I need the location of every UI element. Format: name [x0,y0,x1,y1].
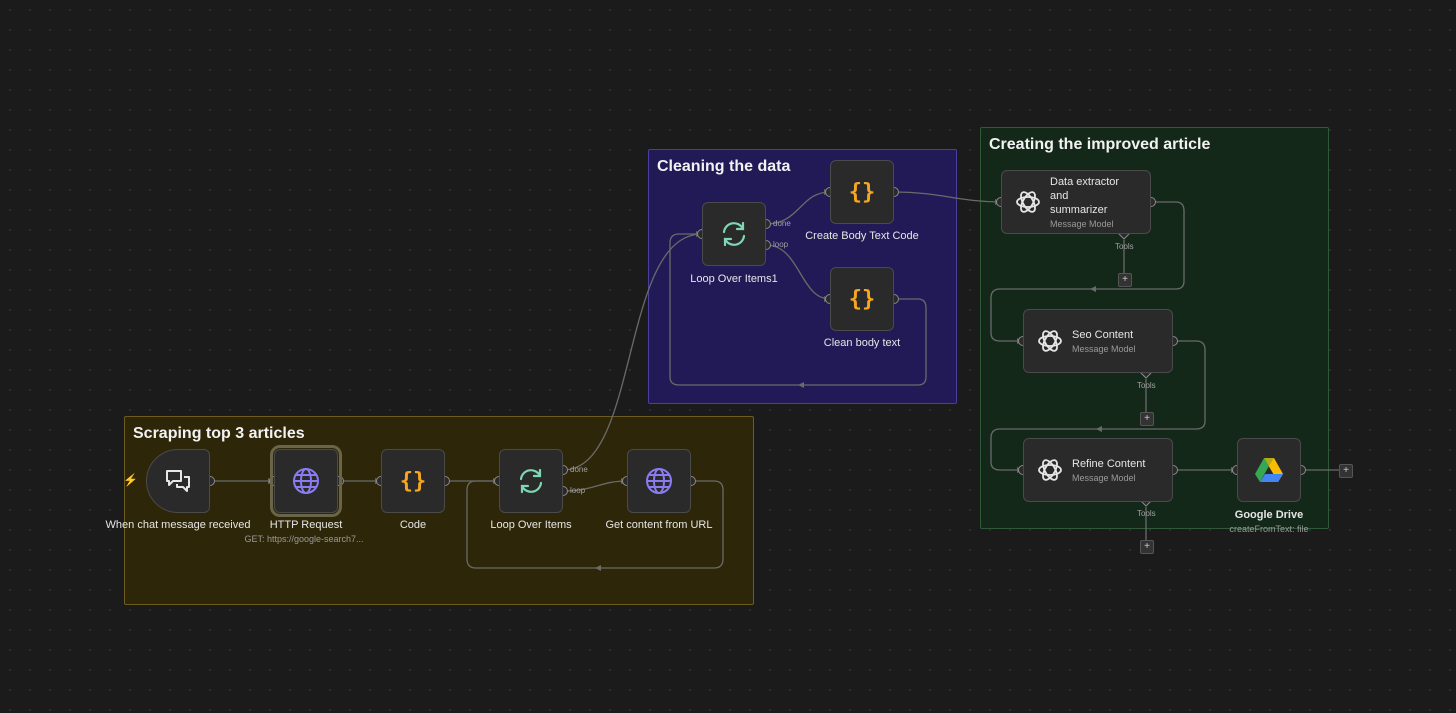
node-clean-body-text-label: Clean body text [823,337,901,349]
google-drive-icon [1255,458,1283,482]
svg-text:{}: {} [400,469,427,494]
braces-icon: {} [849,287,876,312]
node-google-drive[interactable] [1237,438,1301,502]
node-google-drive-sublabel: createFromText: file [1229,524,1309,534]
node-create-body-text-label: Create Body Text Code [805,230,919,242]
port-loop-label: loop [570,486,586,495]
connections-layer [205,187,1339,571]
node-create-body-text[interactable]: {} [830,160,894,224]
add-node-button[interactable]: + [1339,464,1353,478]
node-code[interactable]: {} [381,449,445,513]
add-tool-button[interactable]: + [1118,273,1132,287]
node-seo-content[interactable]: Seo Content Message Model [1023,309,1173,373]
node-clean-body-text[interactable]: {} [830,267,894,331]
add-tool-button[interactable]: + [1140,540,1154,554]
node-refine-content-title: Refine Content [1072,458,1146,470]
port-done-label: done [570,465,588,474]
port-loop-label: loop [773,240,789,249]
braces-icon: {} [849,180,876,205]
add-tool-button[interactable]: + [1140,412,1154,426]
node-loop-over-items-label: Loop Over Items [490,519,572,531]
openai-icon [1038,330,1062,352]
port-tools-label: Tools [1115,242,1134,251]
node-seo-content-subtitle: Message Model [1072,344,1136,354]
chat-icon [166,470,190,492]
node-chat-trigger-label: When chat message received [105,519,251,531]
node-loop-over-items1-label: Loop Over Items1 [690,273,778,285]
node-http-request-sublabel: GET: https://google-search7... [244,534,364,544]
node-code-label: Code [399,519,427,531]
globe-icon [646,468,672,494]
node-google-drive-label: Google Drive [1234,509,1304,521]
port-tools-label: Tools [1137,381,1156,390]
node-refine-content[interactable]: Refine Content Message Model [1023,438,1173,502]
wire-create-extractor [893,191,1002,203]
openai-icon [1016,191,1040,213]
node-seo-content-title: Seo Content [1072,329,1134,341]
node-data-extractor-title: Data extractor and summarizer [1050,176,1120,216]
node-get-content-label: Get content from URL [605,519,713,531]
node-http-request-label: HTTP Request [269,519,343,531]
node-loop-over-items[interactable] [499,449,563,513]
openai-icon [1038,459,1062,481]
node-chat-trigger[interactable] [146,449,210,513]
braces-icon: {} [400,469,427,494]
node-http-request[interactable] [270,445,342,517]
wire-done-to-loop1 [562,233,703,471]
globe-icon [293,468,319,494]
svg-text:{}: {} [849,180,876,205]
node-get-content[interactable] [627,449,691,513]
loop-icon [519,468,543,494]
node-loop-over-items1[interactable] [702,202,766,266]
trigger-bolt-icon: ⚡ [123,473,138,487]
loop-icon [722,221,746,247]
port-tools-label: Tools [1137,509,1156,518]
svg-text:{}: {} [849,287,876,312]
port-done-label: done [773,219,791,228]
node-refine-content-subtitle: Message Model [1072,473,1136,483]
node-data-extractor-subtitle: Message Model [1050,219,1114,229]
node-data-extractor[interactable]: Data extractor and summarizer Message Mo… [1001,170,1151,234]
